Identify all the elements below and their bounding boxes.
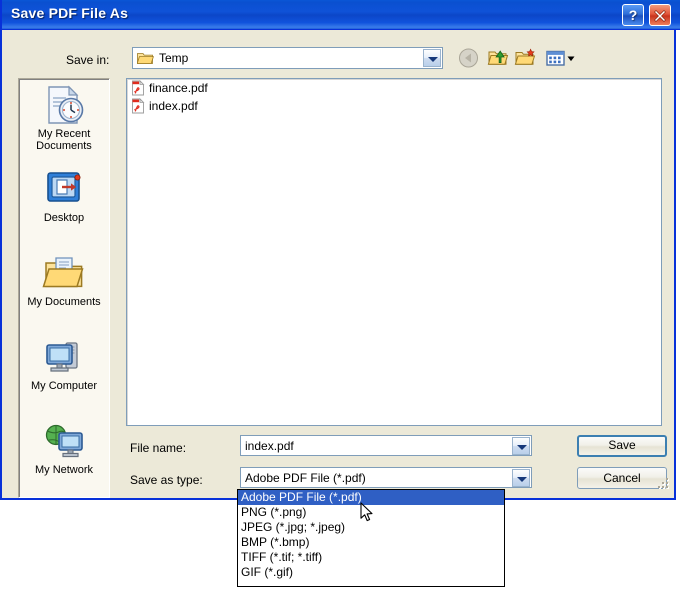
save-as-type-combobox[interactable]: Adobe PDF File (*.pdf): [240, 467, 532, 488]
list-item[interactable]: index.pdf: [127, 97, 661, 115]
desktop-icon: [47, 172, 81, 202]
my-network-icon: [45, 424, 83, 458]
save-in-combobox[interactable]: Temp: [132, 47, 443, 69]
folder-icon: [137, 53, 154, 64]
save-pdf-dialog: Save PDF File As ? Save in: Temp My Rece…: [0, 0, 680, 500]
screen: Save PDF File As ? Save in: Temp My Rece…: [0, 0, 680, 589]
my-computer-icon: [46, 342, 78, 372]
file-name-value: index.pdf: [245, 439, 294, 453]
dropdown-option[interactable]: GIF (*.gif): [238, 565, 504, 580]
place-label: My Network: [34, 464, 94, 476]
file-name: index.pdf: [149, 99, 198, 113]
save-as-type-value: Adobe PDF File (*.pdf): [245, 471, 366, 485]
recent-documents-icon: [48, 85, 84, 124]
place-label: Desktop: [43, 212, 85, 224]
place-my-documents[interactable]: My Documents: [19, 247, 109, 331]
place-my-recent-documents[interactable]: My Recent Documents: [19, 79, 109, 163]
dialog-title: Save PDF File As: [11, 5, 129, 21]
file-name: finance.pdf: [149, 81, 208, 95]
save-in-label: Save in:: [66, 53, 110, 67]
place-desktop[interactable]: Desktop: [19, 163, 109, 247]
close-button[interactable]: [649, 4, 671, 26]
file-list[interactable]: finance.pdf index.pdf: [126, 78, 662, 426]
list-item[interactable]: finance.pdf: [127, 79, 661, 97]
file-name-dropdown-arrow-icon[interactable]: [512, 437, 530, 455]
new-folder-icon[interactable]: [514, 46, 538, 70]
file-name-label: File name:: [130, 441, 187, 455]
views-icon[interactable]: [545, 46, 579, 70]
back-arrow-icon[interactable]: [457, 46, 481, 70]
save-as-type-label: Save as type:: [130, 473, 203, 487]
file-name-input[interactable]: index.pdf: [240, 435, 532, 456]
save-in-dropdown-arrow-icon[interactable]: [423, 49, 441, 67]
up-one-level-icon[interactable]: [487, 46, 511, 70]
places-bar: My Recent Documents Desktop My Documents…: [18, 78, 110, 498]
dropdown-option[interactable]: BMP (*.bmp): [238, 535, 504, 550]
place-label: My Recent Documents: [36, 128, 92, 152]
pdf-file-icon: [132, 80, 145, 96]
place-my-network[interactable]: My Network: [19, 415, 109, 497]
close-icon: [654, 10, 666, 22]
save-in-value: Temp: [159, 51, 189, 65]
place-my-computer[interactable]: My Computer: [19, 331, 109, 415]
save-as-type-dropdown-arrow-icon[interactable]: [512, 469, 530, 487]
dropdown-option[interactable]: TIFF (*.tif; *.tiff): [238, 550, 504, 565]
place-label: My Computer: [30, 380, 98, 392]
place-label: My Documents: [27, 296, 101, 308]
cancel-button[interactable]: Cancel: [577, 467, 667, 489]
my-documents-icon: [42, 257, 84, 288]
resize-grip[interactable]: [657, 478, 671, 492]
dialog-title-bar[interactable]: Save PDF File As ?: [2, 0, 680, 30]
mouse-cursor: [360, 502, 373, 522]
help-button[interactable]: ?: [622, 4, 644, 26]
save-button[interactable]: Save: [577, 435, 667, 457]
pdf-file-icon: [132, 98, 145, 114]
